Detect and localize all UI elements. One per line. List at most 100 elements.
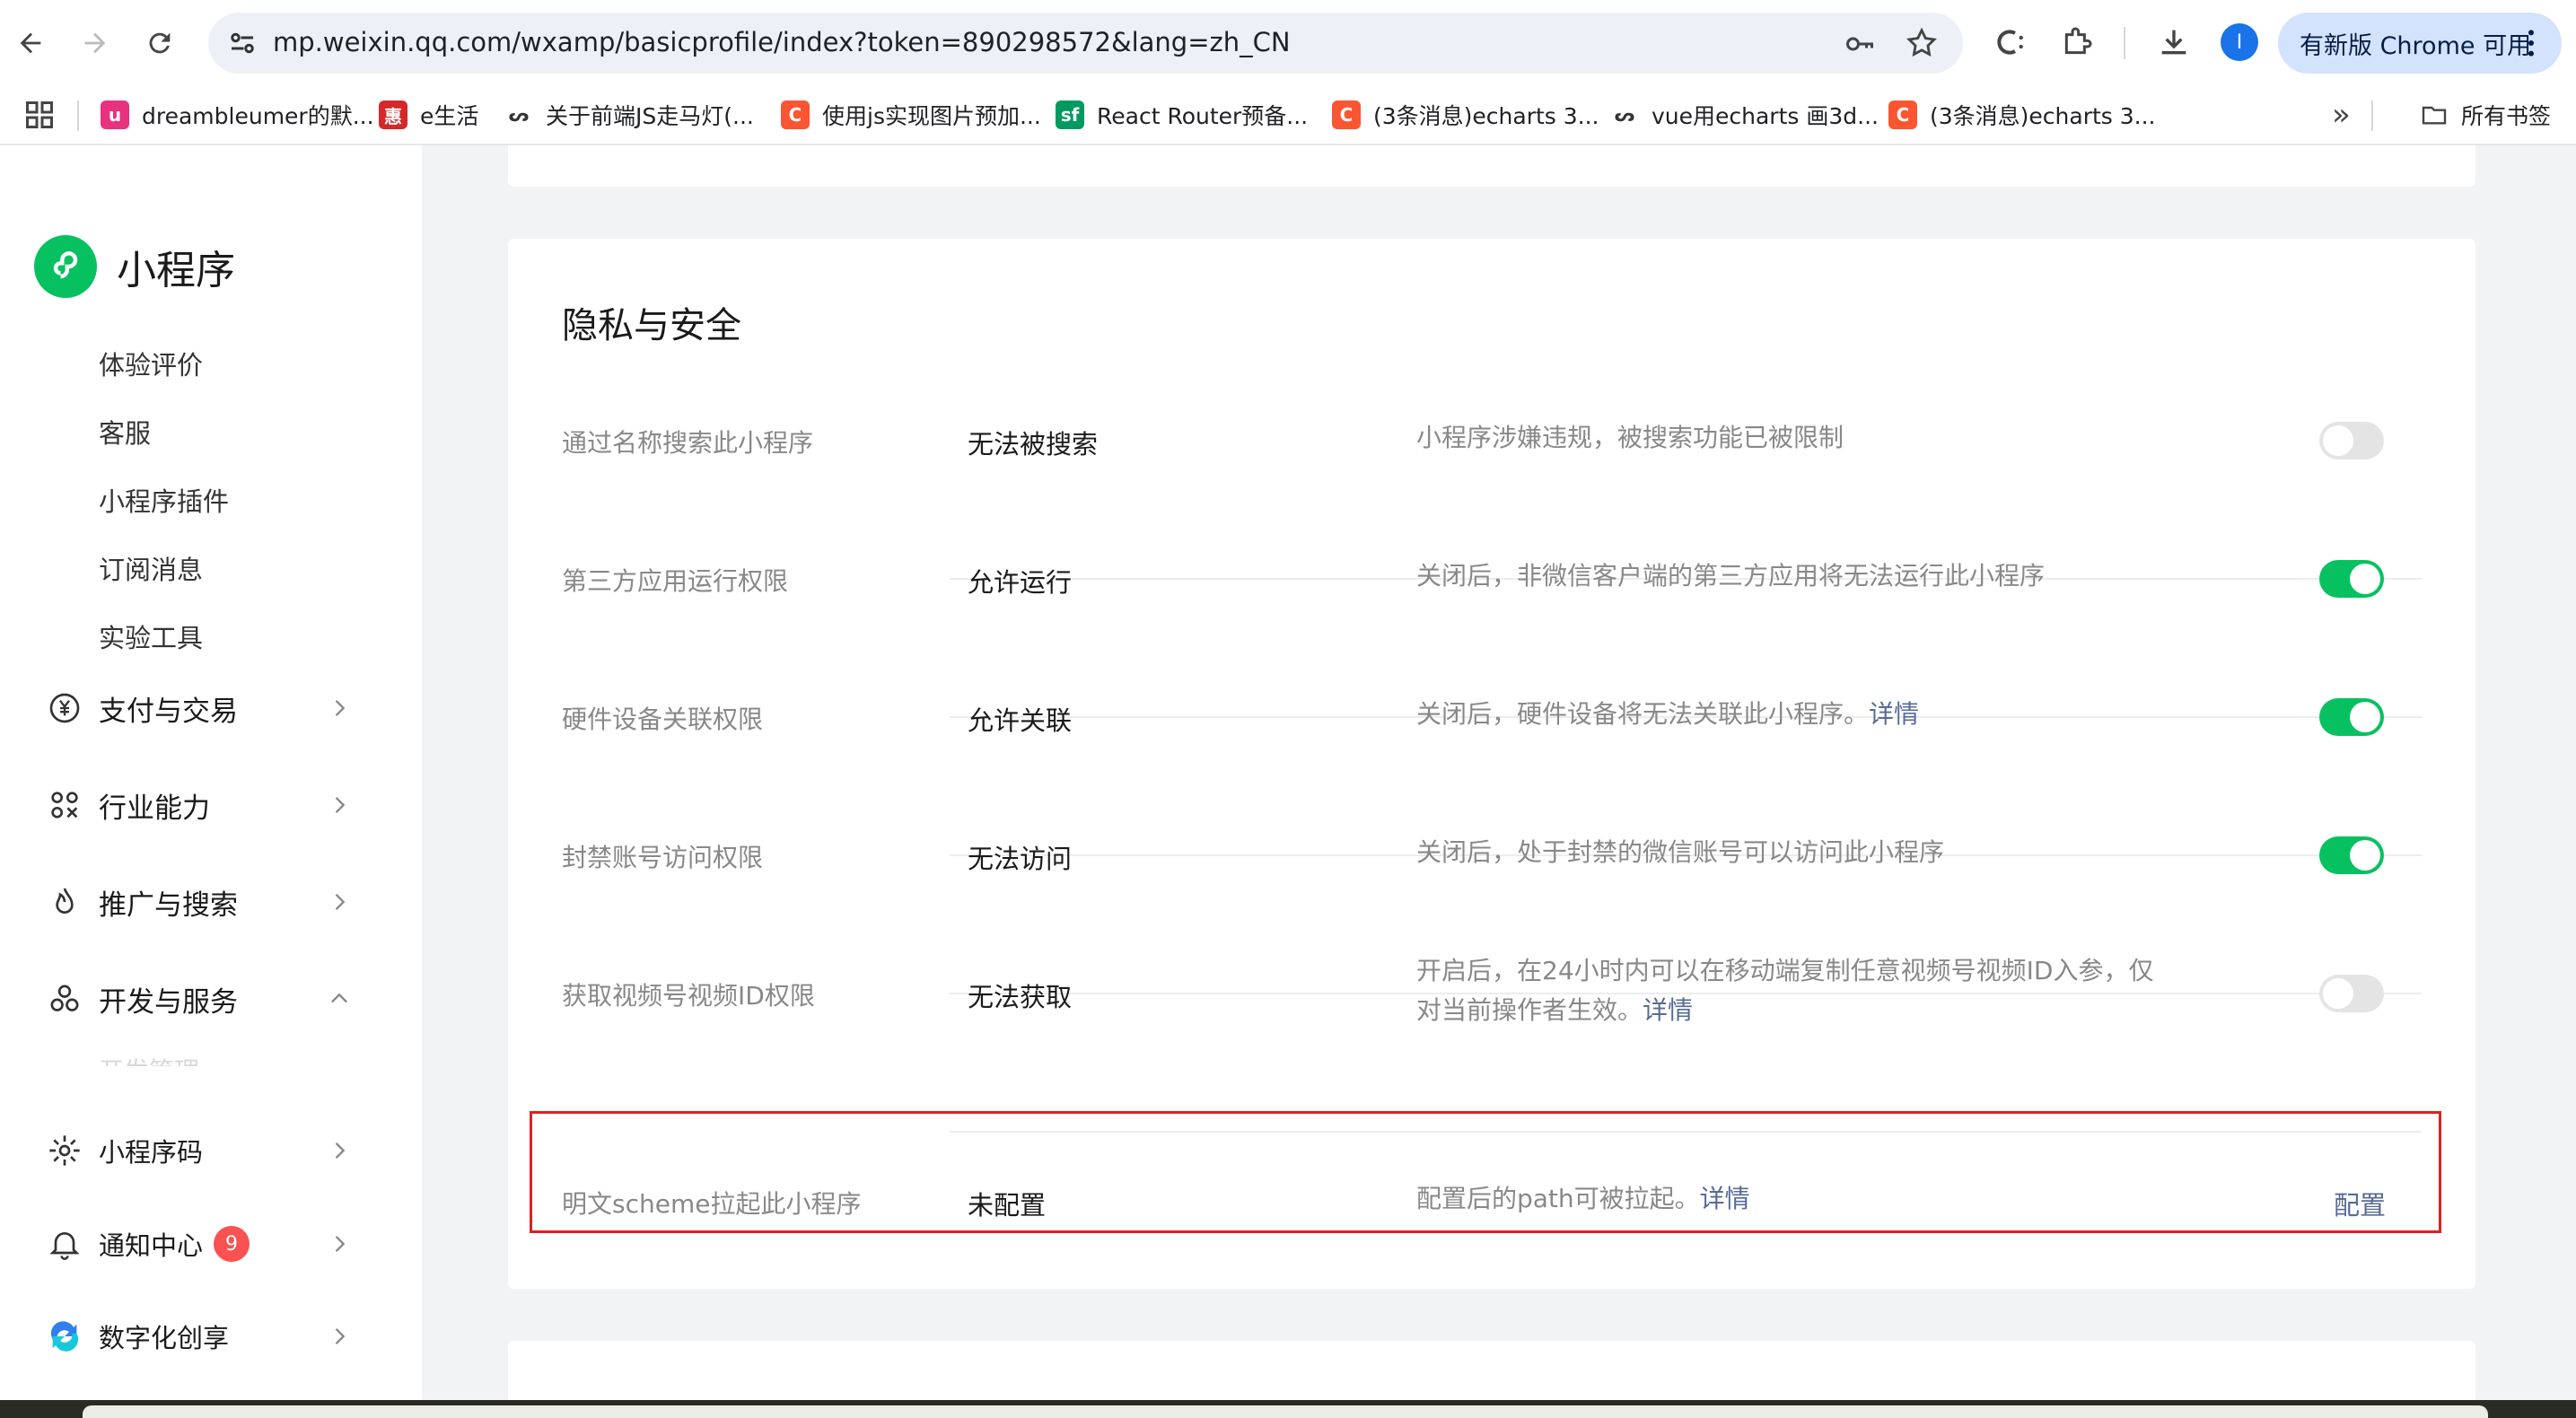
setting-label: 获取视频号视频ID权限 [562, 981, 815, 1011]
bookmark-favicon-icon: sf [1056, 101, 1084, 129]
bookmark-item[interactable]: 惠 e生活 [379, 97, 478, 133]
sidebar: 小程序 体验评价 客服 小程序插件 订阅消息 实验工具 支付与交易 行业能力 推… [0, 145, 422, 1400]
window-bottom-edge [0, 1400, 2576, 1418]
setting-description: 关闭后，处于封禁的微信账号可以访问此小程序 [1416, 837, 1945, 867]
bookmarks-bar: u dreambleumer的默... 惠 e生活 ᔕ 关于前端JS走马灯(... C 使用j… [0, 86, 2576, 145]
bookmark-item[interactable]: sf React Router预备... [1056, 97, 1308, 133]
back-button[interactable] [5, 18, 56, 68]
details-link[interactable]: 详情 [1869, 699, 1919, 729]
reload-button[interactable] [135, 18, 185, 68]
chevron-right-icon [335, 797, 346, 813]
app-name: 小程序 [117, 248, 235, 293]
folder-icon [2422, 106, 2447, 125]
chevron-right-icon [335, 1142, 346, 1159]
setting-description: 开启后，在24小时内可以在移动端复制任意视频号视频ID入参，仅对当前操作者生效。… [1416, 956, 2154, 1025]
sun-icon [49, 1135, 80, 1166]
group-label: 行业能力 [99, 792, 210, 825]
sidebar-group-promotion[interactable]: 推广与搜索 [47, 880, 352, 924]
bookmark-favicon-icon: C [1888, 101, 1917, 129]
forward-button[interactable] [70, 18, 120, 68]
bookmark-label: 关于前端JS走马灯(... [546, 103, 754, 129]
app-logo[interactable]: 小程序 [34, 235, 235, 298]
address-bar[interactable]: mp.weixin.qq.com/wxamp/basicprofile/inde… [208, 13, 1963, 74]
toggle-knob [2350, 840, 2380, 871]
setting-status: 无法获取 [968, 982, 1073, 1012]
bookmark-item[interactable]: C (3条消息)echarts 3... [1332, 97, 1599, 133]
extension-c-icon[interactable] [1993, 24, 2028, 60]
sidebar-item-dev-management[interactable]: 开发管理 [99, 1052, 199, 1066]
chevron-right-icon [335, 894, 346, 910]
all-bookmarks-label: 所有书签 [2461, 103, 2552, 129]
chevron-up-icon [331, 993, 347, 1003]
bookmark-label: React Router预备... [1097, 103, 1309, 129]
setting-toggle[interactable] [2319, 560, 2384, 598]
extensions-puzzle-icon[interactable] [2059, 24, 2095, 60]
update-label: 有新版 Chrome 可用 [2300, 31, 2532, 60]
bookmark-star-icon[interactable] [1905, 26, 1939, 60]
download-icon[interactable] [2156, 24, 2192, 60]
password-key-icon[interactable] [1844, 28, 1876, 60]
setting-label: 第三方应用运行权限 [562, 566, 789, 596]
sidebar-item-customer-service[interactable]: 客服 [99, 413, 151, 451]
sidebar-group-payment[interactable]: 支付与交易 [47, 686, 352, 731]
miniprogram-logo-icon [34, 235, 97, 298]
chevron-right-icon [335, 1236, 346, 1252]
digital-icon [50, 1321, 79, 1352]
bookmark-favicon-icon: C [781, 101, 810, 129]
dock-area [83, 1405, 2488, 1418]
bookmark-label: 使用js实现图片预加... [822, 103, 1041, 129]
all-bookmarks-button[interactable]: 所有书签 [2420, 97, 2551, 133]
bookmarks-divider [77, 101, 79, 131]
sidebar-item-experience-rating[interactable]: 体验评价 [99, 345, 203, 382]
details-link[interactable]: 详情 [1643, 995, 1693, 1025]
sidebar-item-notifications[interactable]: 通知中心 9 [47, 1221, 352, 1266]
bookmark-label: (3条消息)echarts 3... [1373, 103, 1599, 129]
profile-avatar[interactable]: I [2221, 23, 2258, 61]
bookmark-favicon-icon: C [1332, 101, 1361, 129]
bookmark-label: dreambleumer的默... [142, 103, 374, 129]
bookmark-item[interactable]: ᔕ 关于前端JS走马灯(... [504, 97, 754, 133]
sidebar-item-digital[interactable]: 数字化创享 [47, 1314, 352, 1359]
more-bookmarks-button[interactable]: » [2332, 97, 2351, 133]
setting-status: 允许运行 [968, 567, 1073, 598]
sidebar-item-lab-tools[interactable]: 实验工具 [99, 617, 203, 655]
bookmark-favicon-icon: 惠 [379, 101, 407, 129]
url-text[interactable]: mp.weixin.qq.com/wxamp/basicprofile/inde… [273, 27, 1291, 57]
item-label: 数字化创享 [99, 1323, 230, 1353]
bookmark-item[interactable]: C 使用js实现图片预加... [781, 97, 1041, 133]
flame-icon [56, 888, 74, 914]
bookmark-favicon-icon: u [101, 101, 129, 129]
industry-icon [51, 792, 78, 818]
setting-row-name-search: 通过名称搜索此小程序 无法被搜索 小程序涉嫌违规，被搜索功能已被限制 [508, 302, 2475, 460]
previous-card [508, 145, 2475, 187]
group-label: 支付与交易 [99, 695, 238, 728]
bookmark-item[interactable]: u dreambleumer的默... [101, 97, 374, 133]
setting-toggle[interactable] [2319, 698, 2384, 736]
chrome-update-button[interactable]: 有新版 Chrome 可用 [2278, 13, 2562, 74]
sidebar-item-subscription[interactable]: 订阅消息 [99, 549, 203, 587]
bookmark-favicon-icon: ᔕ [1610, 101, 1639, 129]
bell-icon [49, 1232, 80, 1260]
sidebar-item-qrcode[interactable]: 小程序码 [47, 1128, 352, 1173]
toggle-knob [2323, 425, 2353, 456]
bookmark-item[interactable]: ᔕ vue用echarts 画3d... [1610, 97, 1879, 133]
setting-status: 允许关联 [968, 705, 1073, 736]
setting-toggle[interactable] [2319, 422, 2384, 460]
site-settings-icon[interactable] [226, 27, 258, 59]
notification-badge: 9 [214, 1226, 250, 1262]
bookmark-favicon-icon: ᔕ [504, 101, 533, 129]
group-label: 推广与搜索 [99, 888, 238, 922]
bookmark-label: (3条消息)echarts 3... [1930, 103, 2156, 129]
setting-toggle[interactable] [2319, 836, 2384, 874]
item-label: 小程序码 [99, 1137, 204, 1168]
setting-toggle[interactable] [2319, 975, 2384, 1012]
bookmark-item[interactable]: C (3条消息)echarts 3... [1888, 97, 2156, 133]
sidebar-item-plugins[interactable]: 小程序插件 [99, 481, 229, 519]
bookmark-label: vue用echarts 画3d... [1652, 103, 1879, 129]
sidebar-group-dev-services[interactable]: 开发与服务 [47, 976, 352, 1021]
next-card [508, 1341, 2475, 1400]
more-menu-icon[interactable] [2513, 25, 2549, 61]
apps-grid-icon[interactable] [23, 99, 56, 131]
sidebar-group-industry[interactable]: 行业能力 [47, 783, 352, 827]
setting-label: 通过名称搜索此小程序 [562, 428, 814, 458]
